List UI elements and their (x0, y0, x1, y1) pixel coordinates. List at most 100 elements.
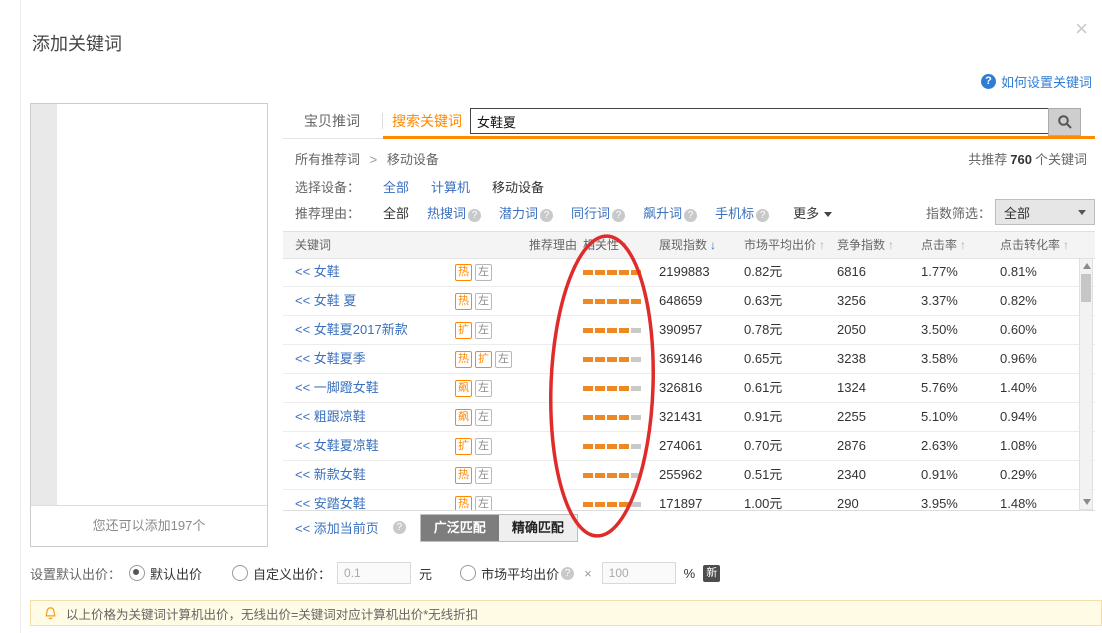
reason-badge: 扩 (455, 322, 472, 339)
relevance-segment (583, 502, 593, 507)
reason-option[interactable]: 同行词? (571, 203, 625, 222)
tab-search-keywords[interactable]: 搜索关键词 (385, 105, 469, 137)
reason-option[interactable]: 全部 (383, 203, 409, 222)
keyword-link[interactable]: << 女鞋夏2017新款 (295, 322, 408, 337)
reason-option[interactable]: 手机标? (715, 203, 769, 222)
index-filter-dropdown[interactable]: 全部 (995, 199, 1095, 225)
sort-up-icon[interactable]: ↑ (888, 238, 894, 252)
keyword-link[interactable]: << 女鞋 (295, 264, 340, 279)
keyword-link[interactable]: << 安踏女鞋 (295, 496, 366, 511)
keyword-link[interactable]: << 新款女鞋 (295, 467, 366, 482)
column-header[interactable]: 竞争指数↑ (837, 232, 921, 258)
sort-down-icon[interactable]: ↓ (710, 238, 716, 252)
reason-option-label[interactable]: 同行词 (571, 206, 610, 221)
table-row[interactable]: << 女鞋夏季热扩左3691460.65元32383.58%0.96% (283, 345, 1095, 374)
device-option[interactable]: 全部 (383, 180, 409, 195)
relevance-segment (631, 270, 641, 275)
sort-up-icon[interactable]: ↑ (1063, 238, 1069, 252)
reason-option-label[interactable]: 热搜词 (427, 206, 466, 221)
more-filters-button[interactable]: 更多 (793, 203, 832, 222)
column-header-label: 关键词 (295, 238, 331, 252)
reason-option[interactable]: 热搜词? (427, 203, 481, 222)
relevance-segment (631, 444, 641, 449)
scroll-up-icon[interactable] (1083, 263, 1091, 269)
reason-option-label[interactable]: 手机标 (715, 206, 754, 221)
table-row[interactable]: << 安踏女鞋热左1718971.00元2903.95%1.48% (283, 490, 1095, 511)
selected-keywords-list (31, 104, 57, 505)
search-button[interactable] (1048, 108, 1081, 136)
relevance-bar (571, 403, 659, 431)
exact-match-button[interactable]: 精确匹配 (499, 515, 577, 541)
column-header[interactable]: 点击率↑ (921, 232, 1000, 258)
help-icon[interactable]: ? (756, 209, 769, 222)
help-link[interactable]: ? 如何设置关键词 (981, 72, 1092, 91)
help-icon[interactable]: ? (612, 209, 625, 222)
market-bid-radio[interactable] (460, 565, 476, 581)
sort-up-icon[interactable]: ↑ (819, 238, 825, 252)
help-icon[interactable]: ? (561, 567, 574, 580)
market-percent-input[interactable] (602, 562, 676, 584)
custom-bid-label: 自定义出价： (253, 564, 331, 583)
ctr-cell: 3.95% (921, 490, 1000, 511)
sort-up-icon[interactable]: ↑ (960, 238, 966, 252)
table-row[interactable]: << 女鞋夏2017新款扩左3909570.78元20503.50%0.60% (283, 316, 1095, 345)
table-row[interactable]: << 粗跟凉鞋飙左3214310.91元22555.10%0.94% (283, 403, 1095, 432)
index-filter-value: 全部 (1004, 203, 1030, 222)
avg-bid-cell: 0.63元 (744, 287, 837, 315)
relevance-segment (607, 502, 617, 507)
custom-bid-input[interactable] (337, 562, 411, 584)
keyword-link[interactable]: << 一脚蹬女鞋 (295, 380, 379, 395)
ctr-cell: 5.76% (921, 374, 1000, 402)
table-row[interactable]: << 女鞋 夏热左6486590.63元32563.37%0.82% (283, 287, 1095, 316)
reason-option[interactable]: 潜力词? (499, 203, 553, 222)
relevance-bar (571, 490, 659, 511)
column-header-label: 展现指数 (659, 238, 707, 252)
column-header[interactable]: 市场平均出价↑ (744, 232, 837, 258)
device-option[interactable]: 计算机 (431, 180, 470, 195)
reason-option-label[interactable]: 潜力词 (499, 206, 538, 221)
reason-option[interactable]: 飙升词? (643, 203, 697, 222)
column-header[interactable]: 点击转化率↑ (1000, 232, 1095, 258)
default-bid-radio[interactable] (129, 565, 145, 581)
keyword-link[interactable]: << 女鞋夏凉鞋 (295, 438, 379, 453)
breadcrumb-root[interactable]: 所有推荐词 (295, 152, 360, 167)
table-row[interactable]: << 女鞋热左21998830.82元68161.77%0.81% (283, 258, 1095, 287)
relevance-segment (595, 502, 605, 507)
search-icon (1057, 114, 1073, 130)
table-scrollbar[interactable] (1079, 258, 1093, 510)
column-header[interactable]: 展现指数↓ (659, 232, 744, 258)
avg-bid-cell: 0.61元 (744, 374, 837, 402)
add-current-page-link[interactable]: << 添加当前页 (295, 518, 379, 537)
reason-badge: 左 (475, 380, 492, 397)
column-header[interactable]: 相关性↑ (571, 232, 659, 258)
scrollbar-thumb[interactable] (1081, 274, 1091, 302)
broad-match-button[interactable]: 广泛匹配 (421, 515, 499, 541)
tab-item-recommend[interactable]: 宝贝推词 (283, 105, 381, 137)
table-row[interactable]: << 新款女鞋热左2559620.51元23400.91%0.29% (283, 461, 1095, 490)
notice-text: 以上价格为关键词计算机出价，无线出价=关键词对应计算机出价*无线折扣 (66, 604, 478, 623)
badges-cell: 热左 (443, 461, 571, 489)
keyword-link[interactable]: << 粗跟凉鞋 (295, 409, 366, 424)
help-icon[interactable]: ? (468, 209, 481, 222)
column-header[interactable]: 关键词 (283, 232, 443, 258)
help-icon[interactable]: ? (393, 521, 406, 534)
custom-bid-radio[interactable] (232, 565, 248, 581)
reason-option-label[interactable]: 全部 (383, 206, 409, 221)
table-row[interactable]: << 一脚蹬女鞋飙左3268160.61元13245.76%1.40% (283, 374, 1095, 403)
keyword-search-input[interactable] (470, 108, 1052, 134)
sort-up-icon[interactable]: ↑ (622, 238, 628, 252)
reason-option-label[interactable]: 飙升词 (643, 206, 682, 221)
device-option[interactable]: 移动设备 (492, 180, 544, 195)
keyword-cell: << 女鞋 夏 (283, 287, 443, 315)
help-icon[interactable]: ? (540, 209, 553, 222)
scroll-down-icon[interactable] (1083, 499, 1091, 505)
help-icon[interactable]: ? (684, 209, 697, 222)
competition-cell: 6816 (837, 258, 921, 286)
column-header[interactable]: 推荐理由 (443, 232, 571, 258)
relevance-segment (595, 299, 605, 304)
keyword-link[interactable]: << 女鞋 夏 (295, 293, 356, 308)
index-filter-label: 指数筛选： (926, 203, 991, 222)
close-icon[interactable]: × (1075, 18, 1088, 40)
table-row[interactable]: << 女鞋夏凉鞋扩左2740610.70元28762.63%1.08% (283, 432, 1095, 461)
keyword-link[interactable]: << 女鞋夏季 (295, 351, 366, 366)
